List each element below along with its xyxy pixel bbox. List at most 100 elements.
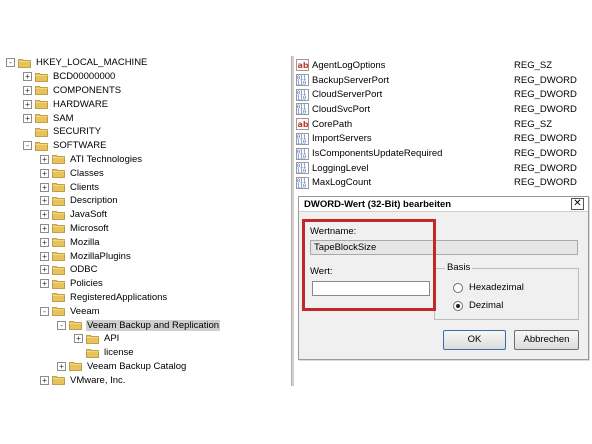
svg-text:ab: ab — [298, 120, 309, 129]
pane-splitter[interactable] — [291, 56, 294, 386]
expand-icon[interactable]: + — [40, 375, 49, 385]
tree-item[interactable]: - Veeam Backup and Replication — [57, 318, 221, 332]
tree-item[interactable]: - Veeam — [40, 304, 101, 318]
expand-icon[interactable]: + — [23, 113, 32, 123]
tree-item[interactable]: - SOFTWARE — [23, 139, 107, 153]
folder-icon — [52, 155, 65, 165]
value-row[interactable]: 011 110 CloudServerPort REG_DWORD — [296, 87, 592, 102]
tree-item[interactable]: + MozillaPlugins — [40, 249, 132, 263]
dword-value-icon: 011110 — [296, 176, 309, 189]
expand-icon[interactable]: + — [40, 154, 49, 164]
tree-item-label: ATI Technologies — [70, 153, 142, 165]
tree-item-label: Veeam — [70, 305, 100, 317]
collapse-icon[interactable]: - — [40, 306, 49, 316]
dialog-titlebar[interactable]: DWORD-Wert (32-Bit) bearbeiten ✕ — [299, 197, 588, 212]
tree-item-label: Description — [70, 195, 118, 207]
value-name: CloudSvcPort — [312, 103, 371, 115]
expand-icon[interactable]: + — [40, 196, 49, 206]
value-row[interactable]: 011 110 MaxLogCount REG_DWORD — [296, 176, 592, 191]
expand-icon[interactable]: + — [40, 210, 49, 220]
tree-item[interactable]: + SAM — [23, 111, 75, 125]
expand-icon[interactable]: + — [40, 182, 49, 192]
tree-item[interactable]: + API — [74, 332, 120, 346]
folder-icon — [52, 169, 65, 179]
tree-item[interactable]: - HKEY_LOCAL_MACHINE — [6, 56, 148, 70]
tree-item-label: Mozilla — [70, 236, 100, 248]
dialog-title: DWORD-Wert (32-Bit) bearbeiten — [304, 199, 452, 210]
tree-item-label: Veeam Backup and Replication — [86, 319, 221, 331]
svg-text:110: 110 — [297, 110, 306, 116]
decimal-radio[interactable]: Dezimal — [453, 300, 503, 311]
registry-value-list[interactable]: ab AgentLogOptions REG_SZ 011 110 BackupServe… — [296, 58, 592, 208]
folder-icon — [35, 141, 48, 151]
tree-item[interactable]: + Mozilla — [40, 235, 101, 249]
folder-icon — [52, 307, 65, 317]
tree-item-label: API — [104, 333, 120, 345]
expand-icon[interactable]: + — [23, 99, 32, 109]
expand-icon[interactable]: + — [40, 279, 49, 289]
folder-icon — [52, 224, 65, 234]
expand-icon[interactable]: + — [23, 72, 32, 82]
tree-item-label: Classes — [70, 167, 104, 179]
collapse-icon[interactable]: - — [6, 58, 15, 68]
expand-icon[interactable]: + — [40, 237, 49, 247]
radio-circle — [453, 300, 463, 311]
tree-item[interactable]: + Classes — [40, 166, 105, 180]
value-row[interactable]: 011 110 BackupServerPort REG_DWORD — [296, 73, 592, 88]
value-name: IsComponentsUpdateRequired — [312, 148, 443, 160]
tree-item[interactable]: + Description — [40, 194, 119, 208]
edit-dword-dialog: DWORD-Wert (32-Bit) bearbeiten ✕ Wertnam… — [298, 196, 589, 360]
dword-value-icon: 011110 — [296, 162, 309, 175]
expand-icon[interactable]: + — [74, 334, 83, 344]
tree-item[interactable]: + Microsoft — [40, 222, 110, 236]
tree-item[interactable]: + BCD00000000 — [23, 70, 116, 84]
value-type: REG_DWORD — [514, 74, 577, 86]
hexadecimal-label: Hexadezimal — [469, 282, 524, 293]
close-icon[interactable]: ✕ — [571, 198, 584, 210]
tree-item-label: BCD00000000 — [53, 71, 116, 83]
tree-item-label: VMware, Inc. — [70, 374, 126, 386]
tree-item[interactable]: RegisteredApplications — [40, 291, 168, 305]
value-name: LoggingLevel — [312, 162, 369, 174]
tree-item[interactable]: license — [74, 346, 135, 360]
ok-button[interactable]: OK — [443, 330, 506, 350]
radio-circle — [453, 282, 463, 293]
value-row[interactable]: 011 110 IsComponentsUpdateRequired REG_DWOR… — [296, 146, 592, 161]
dword-value-icon: 011110 — [296, 147, 309, 160]
value-row[interactable]: 011 110 CloudSvcPort REG_DWORD — [296, 102, 592, 117]
tree-item-label: Microsoft — [70, 222, 109, 234]
tree-item[interactable]: + Veeam Backup Catalog — [57, 360, 187, 374]
expand-icon[interactable]: + — [40, 223, 49, 233]
expand-icon[interactable]: + — [40, 251, 49, 261]
tree-item[interactable]: + JavaSoft — [40, 208, 108, 222]
tree-item[interactable]: + HARDWARE — [23, 97, 109, 111]
value-row[interactable]: 011 110 ImportServers REG_DWORD — [296, 132, 592, 147]
value-type: REG_SZ — [514, 59, 553, 71]
hexadecimal-radio[interactable]: Hexadezimal — [453, 282, 524, 293]
tree-item-label: RegisteredApplications — [70, 291, 168, 303]
expand-icon[interactable]: + — [40, 265, 49, 275]
collapse-icon[interactable]: - — [23, 141, 32, 151]
value-data-input[interactable] — [312, 281, 430, 296]
value-row[interactable]: ab CorePath REG_SZ — [296, 117, 592, 132]
tree-item[interactable]: + ATI Technologies — [40, 153, 143, 167]
tree-item[interactable]: + Clients — [40, 180, 100, 194]
expand-icon[interactable]: + — [40, 168, 49, 178]
tree-item[interactable]: + ODBC — [40, 263, 98, 277]
expand-icon[interactable]: + — [23, 85, 32, 95]
value-row[interactable]: ab AgentLogOptions REG_SZ — [296, 58, 592, 73]
tree-item[interactable]: + Policies — [40, 277, 104, 291]
folder-icon — [52, 265, 65, 275]
value-name: AgentLogOptions — [312, 59, 386, 71]
value-row[interactable]: 011 110 LoggingLevel REG_DWORD — [296, 161, 592, 176]
tree-item[interactable]: + VMware, Inc. — [40, 373, 126, 386]
folder-icon — [52, 210, 65, 220]
collapse-icon[interactable]: - — [57, 320, 66, 330]
tree-item-label: Policies — [70, 278, 103, 290]
registry-key-tree[interactable]: - HKEY_LOCAL_MACHINE + BCD00000000 + COMPONEN… — [0, 56, 290, 386]
expand-icon[interactable]: + — [57, 361, 66, 371]
tree-item[interactable]: + COMPONENTS — [23, 84, 122, 98]
folder-icon — [35, 127, 48, 137]
tree-item[interactable]: SECURITY — [23, 125, 102, 139]
cancel-button[interactable]: Abbrechen — [514, 330, 579, 350]
